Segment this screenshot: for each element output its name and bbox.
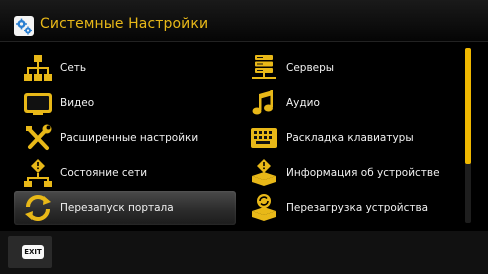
menu-item-audio[interactable]: Аудио bbox=[240, 86, 462, 120]
header-bar: Системные Настройки bbox=[0, 0, 488, 42]
exit-icon: EXIT bbox=[22, 245, 44, 259]
tv-icon bbox=[22, 88, 54, 118]
menu-item-label: Перезапуск портала bbox=[60, 202, 174, 214]
menu-item-label: Перезагрузка устройства bbox=[286, 202, 429, 214]
network-status-icon bbox=[22, 158, 54, 188]
music-note-icon bbox=[248, 88, 280, 118]
menu-item-label: Информация об устройстве bbox=[286, 167, 440, 179]
menu-item-video[interactable]: Видео bbox=[14, 86, 236, 120]
page-title: Системные Настройки bbox=[40, 16, 209, 32]
menu-item-label: Раскладка клавиатуры bbox=[286, 132, 414, 144]
menu-item-label: Состояние сети bbox=[60, 167, 148, 179]
menu-item-device-info[interactable]: Информация об устройстве bbox=[240, 156, 462, 190]
keyboard-icon bbox=[248, 123, 280, 153]
menu-item-label: Серверы bbox=[286, 62, 335, 74]
network-icon bbox=[22, 53, 54, 83]
menu-item-label: Видео bbox=[60, 97, 95, 109]
tools-icon bbox=[22, 123, 54, 153]
scrollbar-thumb[interactable] bbox=[465, 48, 471, 164]
menu-item-keyboard-layout[interactable]: Раскладка клавиатуры bbox=[240, 121, 462, 155]
device-info-icon bbox=[248, 158, 280, 188]
menu-item-network[interactable]: Сеть bbox=[14, 51, 236, 85]
device-reboot-icon bbox=[248, 193, 280, 223]
menu-item-network-status[interactable]: Состояние сети bbox=[14, 156, 236, 190]
menu-item-device-reboot[interactable]: Перезагрузка устройства bbox=[240, 191, 462, 225]
scrollbar[interactable] bbox=[465, 48, 471, 223]
menu-item-label: Сеть bbox=[60, 62, 87, 74]
settings-gears-icon bbox=[14, 16, 34, 36]
menu-item-servers[interactable]: Серверы bbox=[240, 51, 462, 85]
menu-item-label: Аудио bbox=[286, 97, 320, 109]
exit-button[interactable]: EXIT bbox=[8, 236, 52, 268]
menu-item-restart-portal[interactable]: Перезапуск портала bbox=[14, 191, 236, 225]
footer-bar: EXIT bbox=[0, 231, 488, 274]
refresh-icon bbox=[22, 193, 54, 223]
menu-item-advanced-settings[interactable]: Расширенные настройки bbox=[14, 121, 236, 155]
menu-item-label: Расширенные настройки bbox=[60, 132, 199, 144]
servers-icon bbox=[248, 53, 280, 83]
